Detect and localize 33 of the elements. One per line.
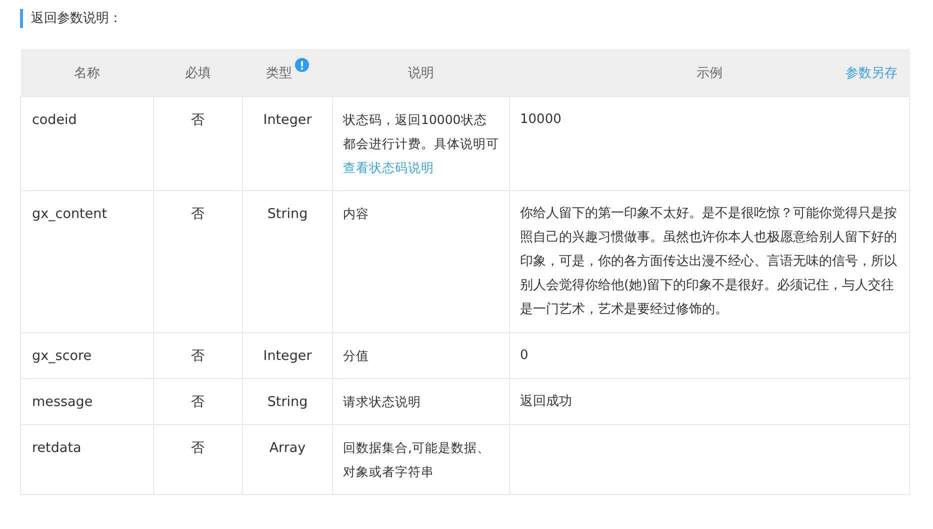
param-name: retdata xyxy=(32,440,82,456)
header-label: 必填 xyxy=(185,66,211,80)
example-value: 你给人留下的第一印象不太好。是不是很吃惊？可能你觉得只是按照自己的兴趣习惯做事。虽然也许你本人也极愿意给别人留下好的印象，可是，你的各方面传达出漫不经心、言语无味的信号，所以别人会觉得你给他(她)留下的印象不是很好。必须记住，与人交往是一门艺术，艺术是要经过修饰的。 xyxy=(520,205,898,319)
header-label: 说明 xyxy=(408,66,434,80)
param-type: String xyxy=(267,394,308,410)
param-description: 状态码，返回10000状态都会进行计费。具体说明可 查看状态码说明 xyxy=(343,111,499,177)
example-value: 返回成功 xyxy=(520,393,573,411)
save-params-link[interactable]: 参数另存 xyxy=(846,64,898,82)
required-value: 否 xyxy=(191,348,205,364)
param-description: 回数据集合,可能是数据、对象或者字符串 xyxy=(343,439,491,481)
param-type: String xyxy=(267,206,308,222)
param-description: 内容 xyxy=(343,205,370,223)
required-value: 否 xyxy=(191,394,205,410)
info-icon[interactable] xyxy=(295,58,309,72)
param-type: Array xyxy=(269,440,306,456)
param-description: 请求状态说明 xyxy=(343,393,422,411)
section-title: 返回参数说明： xyxy=(20,9,910,28)
required-value: 否 xyxy=(191,112,205,128)
header-label: 类型 xyxy=(266,64,292,82)
required-value: 否 xyxy=(191,206,205,222)
header-label: 名称 xyxy=(74,66,100,80)
example-value: 10000 xyxy=(520,111,562,129)
status-code-link[interactable]: 查看状态码说明 xyxy=(343,160,434,175)
example-value: 0 xyxy=(520,347,530,365)
param-name: gx_score xyxy=(32,348,92,364)
param-type: Integer xyxy=(263,348,312,364)
header-label: 示例 xyxy=(696,64,722,82)
param-name: message xyxy=(32,394,93,410)
param-name: codeid xyxy=(32,112,77,128)
param-description: 分值 xyxy=(343,347,370,365)
param-type: Integer xyxy=(263,112,312,128)
required-value: 否 xyxy=(191,440,205,456)
param-name: gx_content xyxy=(32,206,107,222)
